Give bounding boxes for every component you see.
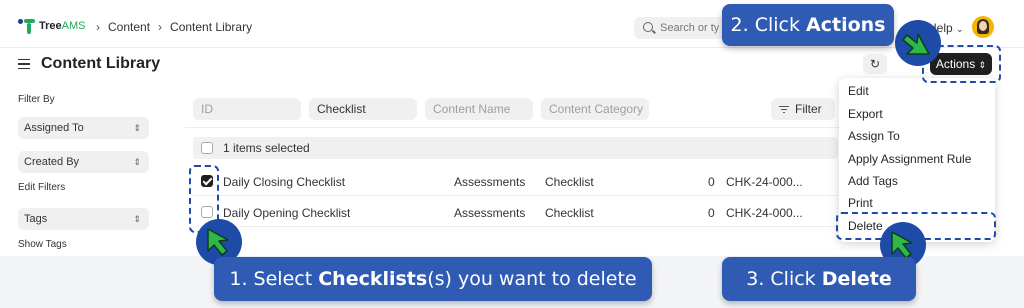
chevron-updown-icon: ⇕ — [133, 214, 141, 224]
selection-bar: 1 items selected — [193, 137, 838, 159]
tags-label: Tags — [24, 213, 48, 225]
tree-logo-icon — [18, 17, 36, 35]
filter-icon — [779, 105, 789, 114]
step-1-prefix: 1. Select — [229, 268, 319, 290]
content-category-filter-input[interactable]: Content Category — [541, 98, 649, 120]
menu-item-apply-assignment-rule[interactable]: Apply Assignment Rule — [848, 152, 971, 166]
step-3-prefix: 3. Click — [746, 268, 822, 290]
app-logo[interactable]: TreeAMS — [18, 17, 85, 35]
filter-by-label: Filter By — [18, 94, 55, 105]
page-header: Content Library ↻ Actions ⇕ — [0, 48, 1024, 82]
chevron-updown-icon: ⇕ — [133, 123, 141, 133]
step-1-bold: Checklists — [318, 268, 428, 290]
filter-label: Filter — [795, 102, 822, 116]
row-category: Assessments — [454, 175, 526, 189]
page-title: Content Library — [41, 55, 161, 72]
table-row[interactable]: Daily Closing Checklist Assessments Chec… — [193, 166, 838, 196]
row-title[interactable]: Daily Closing Checklist — [223, 175, 345, 189]
chevron-updown-icon: ⇕ — [133, 157, 141, 167]
menu-icon[interactable] — [18, 59, 30, 69]
id-filter-input[interactable]: ID — [193, 98, 301, 120]
row-type: Checklist — [545, 206, 594, 220]
refresh-icon: ↻ — [869, 57, 881, 71]
assigned-to-select[interactable]: Assigned To ⇕ — [18, 117, 149, 139]
selection-count: 1 items selected — [223, 141, 310, 155]
chevron-right-icon: › — [158, 20, 163, 34]
type-filter-input[interactable]: Checklist — [309, 98, 417, 120]
avatar[interactable] — [972, 16, 994, 38]
content-name-filter-input[interactable]: Content Name — [425, 98, 533, 120]
step-2-bold: Actions — [806, 14, 886, 36]
menu-item-print[interactable]: Print — [848, 196, 873, 210]
edit-filters-link[interactable]: Edit Filters — [18, 182, 65, 193]
menu-item-export[interactable]: Export — [848, 107, 883, 121]
row-title[interactable]: Daily Opening Checklist — [223, 206, 350, 220]
search-input[interactable]: Search or ty — [634, 17, 734, 39]
breadcrumb-content[interactable]: Content — [108, 20, 150, 34]
created-by-select[interactable]: Created By ⇕ — [18, 151, 149, 173]
step-3-bold: Delete — [821, 268, 892, 290]
step-3-callout: 3. Click Delete — [722, 257, 916, 301]
breadcrumb-content-library[interactable]: Content Library — [170, 20, 252, 34]
cursor-pointer-icon — [895, 20, 941, 66]
table-row[interactable]: Daily Opening Checklist Assessments Chec… — [193, 197, 838, 227]
row-count: 0 — [708, 175, 715, 189]
step-1-callout: 1. Select Checklists(s) you want to dele… — [214, 257, 652, 301]
select-all-checkbox[interactable] — [201, 142, 213, 154]
show-tags-link[interactable]: Show Tags — [18, 239, 67, 250]
chevron-down-icon: ⌄ — [956, 24, 964, 34]
row-type: Checklist — [545, 175, 594, 189]
menu-item-assign-to[interactable]: Assign To — [848, 129, 900, 143]
breadcrumb: › Content › Content Library — [96, 20, 252, 34]
created-by-label: Created By — [24, 156, 80, 168]
tags-select[interactable]: Tags ⇕ — [18, 208, 149, 230]
search-icon — [643, 22, 653, 32]
menu-item-edit[interactable]: Edit — [848, 84, 869, 98]
row-code: CHK-24-000... — [726, 175, 803, 189]
row-code: CHK-24-000... — [726, 206, 803, 220]
chevron-right-icon: › — [96, 20, 100, 34]
menu-item-add-tags[interactable]: Add Tags — [848, 174, 898, 188]
refresh-button[interactable]: ↻ — [863, 54, 887, 74]
step-2-prefix: 2. Click — [730, 14, 807, 36]
row-category: Assessments — [454, 206, 526, 220]
search-placeholder: Search or ty — [660, 22, 720, 34]
filter-button[interactable]: Filter — [771, 98, 835, 120]
assigned-to-label: Assigned To — [24, 122, 84, 134]
step-1-suffix: (s) you want to delete — [427, 268, 637, 290]
logo-text: TreeAMS — [39, 20, 86, 32]
row-count: 0 — [708, 206, 715, 220]
step-2-callout: 2. Click Actions — [722, 4, 894, 46]
list-filter-bar: ID Checklist Content Name Content Catego… — [185, 92, 840, 128]
